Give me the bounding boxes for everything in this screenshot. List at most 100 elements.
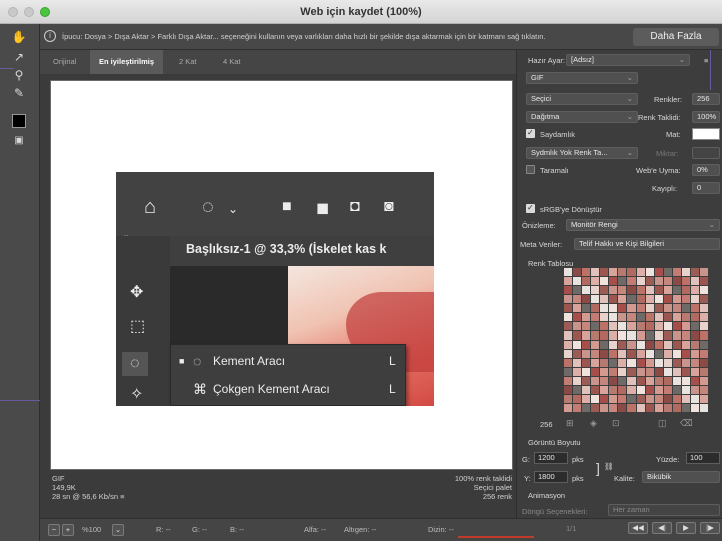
trash-icon[interactable]: ⌫ xyxy=(680,418,693,429)
preset-select[interactable]: [Adsız] ⌄ xyxy=(566,54,690,66)
color-swatch[interactable] xyxy=(636,322,645,331)
color-swatch[interactable] xyxy=(636,385,645,394)
color-swatch[interactable] xyxy=(636,394,645,403)
color-swatch[interactable] xyxy=(690,268,699,277)
color-swatch[interactable] xyxy=(663,331,672,340)
color-swatch[interactable] xyxy=(690,313,699,322)
color-swatch[interactable] xyxy=(699,277,708,286)
width-field[interactable]: 1200 xyxy=(534,452,568,464)
color-swatch[interactable] xyxy=(672,304,681,313)
color-swatch[interactable] xyxy=(564,394,573,403)
color-swatch[interactable] xyxy=(690,403,699,412)
color-swatch[interactable] xyxy=(600,403,609,412)
color-swatch[interactable] xyxy=(645,331,654,340)
color-swatch[interactable] xyxy=(663,295,672,304)
color-swatch[interactable] xyxy=(600,304,609,313)
color-swatch[interactable] xyxy=(690,367,699,376)
color-swatch[interactable] xyxy=(645,394,654,403)
lock-color-icon[interactable]: ⊡ xyxy=(612,418,620,429)
color-swatch[interactable] xyxy=(690,295,699,304)
color-swatch[interactable] xyxy=(582,295,591,304)
color-swatch[interactable] xyxy=(564,313,573,322)
color-swatch[interactable] xyxy=(573,286,582,295)
color-swatch[interactable] xyxy=(582,376,591,385)
color-swatch[interactable] xyxy=(699,394,708,403)
zoom-dropdown[interactable]: ⌄ xyxy=(112,524,124,536)
color-swatch[interactable] xyxy=(627,385,636,394)
tab-original[interactable]: Orijinal xyxy=(44,50,85,74)
color-swatch[interactable] xyxy=(636,277,645,286)
matte-color-swatch[interactable] xyxy=(692,128,720,140)
chain-icon[interactable]: ⛓ xyxy=(604,462,614,471)
color-swatch[interactable] xyxy=(627,313,636,322)
color-swatch[interactable] xyxy=(699,349,708,358)
color-swatch[interactable] xyxy=(591,340,600,349)
color-swatch[interactable] xyxy=(672,322,681,331)
color-swatch[interactable] xyxy=(618,268,627,277)
color-swatch[interactable] xyxy=(609,376,618,385)
color-swatch[interactable] xyxy=(672,376,681,385)
download-speed-menu-icon[interactable]: ≡ xyxy=(120,492,124,501)
color-swatch[interactable] xyxy=(582,268,591,277)
color-swatch[interactable] xyxy=(627,358,636,367)
loop-select[interactable]: Her zaman xyxy=(608,504,720,516)
color-swatch[interactable] xyxy=(699,376,708,385)
color-swatch[interactable] xyxy=(645,340,654,349)
color-swatch[interactable] xyxy=(618,367,627,376)
color-swatch[interactable] xyxy=(600,394,609,403)
amount-field[interactable] xyxy=(692,147,720,159)
tab-4-up[interactable]: 4 Kat xyxy=(214,50,250,74)
color-swatch[interactable] xyxy=(699,367,708,376)
color-swatch[interactable] xyxy=(663,304,672,313)
color-swatch[interactable] xyxy=(564,331,573,340)
play-button[interactable]: ▶ xyxy=(676,522,696,534)
color-swatch[interactable] xyxy=(654,376,663,385)
color-swatch[interactable] xyxy=(618,277,627,286)
tab-optimized[interactable]: En iyileştirilmiş xyxy=(90,50,164,74)
color-swatch[interactable] xyxy=(636,331,645,340)
color-swatch[interactable] xyxy=(636,403,645,412)
colors-select[interactable]: 256 xyxy=(692,93,720,105)
color-swatch[interactable] xyxy=(681,385,690,394)
color-swatch[interactable] xyxy=(654,295,663,304)
color-swatch[interactable] xyxy=(618,394,627,403)
color-swatch[interactable] xyxy=(582,286,591,295)
color-table[interactable] xyxy=(564,268,708,412)
color-swatch[interactable] xyxy=(591,331,600,340)
next-frame-button[interactable]: |▶ xyxy=(700,522,720,534)
color-swatch[interactable] xyxy=(591,286,600,295)
color-swatch[interactable] xyxy=(600,367,609,376)
color-swatch[interactable] xyxy=(690,322,699,331)
color-swatch[interactable] xyxy=(609,295,618,304)
color-swatch[interactable] xyxy=(573,358,582,367)
color-swatch[interactable] xyxy=(627,268,636,277)
color-swatch[interactable] xyxy=(609,367,618,376)
color-swatch[interactable] xyxy=(564,376,573,385)
color-swatch[interactable] xyxy=(654,304,663,313)
color-swatch[interactable] xyxy=(690,286,699,295)
color-swatch[interactable] xyxy=(573,376,582,385)
color-swatch[interactable] xyxy=(654,358,663,367)
color-swatch[interactable] xyxy=(591,313,600,322)
color-swatch[interactable] xyxy=(627,304,636,313)
format-select[interactable]: GIF ⌄ xyxy=(526,72,638,84)
color-swatch[interactable] xyxy=(591,385,600,394)
color-swatch[interactable] xyxy=(627,331,636,340)
prev-frame-button[interactable]: ◀| xyxy=(652,522,672,534)
color-swatch[interactable] xyxy=(654,385,663,394)
color-swatch[interactable] xyxy=(609,358,618,367)
zoom-tool-icon[interactable]: ⚲ xyxy=(10,68,28,82)
color-swatch[interactable] xyxy=(627,322,636,331)
color-swatch[interactable] xyxy=(690,349,699,358)
color-swatch[interactable] xyxy=(564,349,573,358)
color-swatch[interactable] xyxy=(564,304,573,313)
color-swatch[interactable] xyxy=(636,295,645,304)
color-swatch[interactable] xyxy=(627,295,636,304)
color-swatch[interactable] xyxy=(672,331,681,340)
color-swatch[interactable] xyxy=(618,313,627,322)
color-swatch[interactable] xyxy=(609,304,618,313)
color-swatch[interactable] xyxy=(699,304,708,313)
color-swatch[interactable] xyxy=(600,331,609,340)
color-swatch[interactable] xyxy=(654,394,663,403)
color-swatch[interactable] xyxy=(564,286,573,295)
